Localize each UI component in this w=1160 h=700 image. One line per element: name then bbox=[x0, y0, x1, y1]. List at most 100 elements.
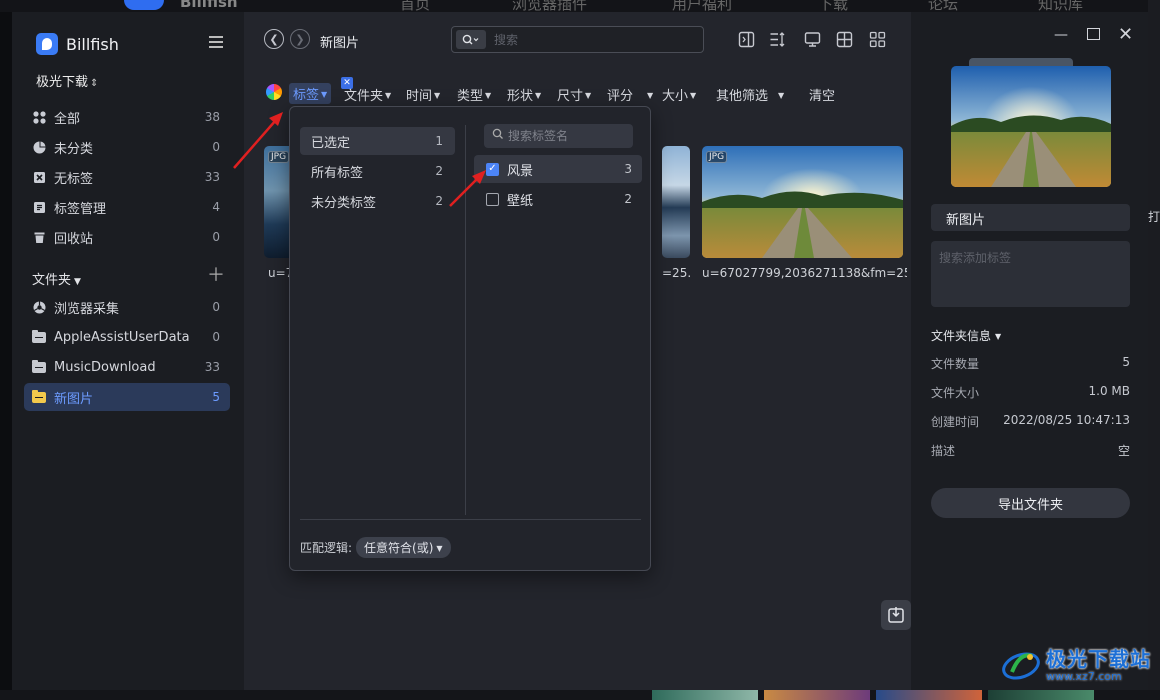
filter-time[interactable]: 时间 ▼ bbox=[406, 85, 440, 104]
grid-icon bbox=[32, 110, 46, 124]
grid-view-icon[interactable] bbox=[868, 30, 886, 48]
minimize-icon[interactable]: — bbox=[1054, 27, 1068, 43]
checkbox-checked-icon[interactable]: ✓ bbox=[486, 162, 499, 176]
display-mode-icon[interactable] bbox=[803, 30, 821, 48]
layout-icon[interactable] bbox=[835, 30, 853, 48]
app-brand: Billfish bbox=[36, 33, 119, 55]
folder-item-new-pictures[interactable]: 新图片 5 bbox=[24, 383, 230, 411]
back-button[interactable]: ❮ bbox=[264, 29, 284, 49]
background-website-header: Billfish 首页 浏览器插件 用户福利 下载 论坛 知识库 bbox=[0, 0, 1160, 12]
chevron-left-icon: ❮ bbox=[269, 32, 279, 46]
search-input[interactable] bbox=[494, 31, 694, 49]
search-icon[interactable] bbox=[456, 30, 486, 49]
tag-search-input[interactable] bbox=[508, 127, 626, 145]
toggle-panel-icon[interactable] bbox=[737, 30, 755, 48]
filter-size[interactable]: 尺寸 ▼ bbox=[557, 85, 591, 104]
tag-search-box[interactable] bbox=[484, 124, 633, 148]
forward-button[interactable]: ❯ bbox=[290, 29, 310, 49]
tag-input-box[interactable] bbox=[931, 241, 1130, 307]
dropdown-footer-divider bbox=[300, 519, 641, 520]
sidebar-item-untagged[interactable]: 无标签 33 bbox=[24, 163, 230, 191]
sidebar-item-uncategorized[interactable]: 未分类 0 bbox=[24, 133, 230, 161]
tag-scope-all[interactable]: 所有标签 2 bbox=[300, 157, 455, 185]
sidebar-item-label: 回收站 bbox=[54, 231, 94, 247]
sidebar-item-all[interactable]: 全部 38 bbox=[24, 103, 230, 131]
info-row-description[interactable]: 描述 空 bbox=[931, 442, 1130, 459]
image-thumbnail[interactable] bbox=[662, 146, 690, 258]
folder-icon bbox=[32, 359, 46, 374]
info-value: 2022/08/25 10:47:13 bbox=[1003, 413, 1130, 427]
search-box[interactable] bbox=[451, 26, 704, 53]
background-nav-item: 用户福利 bbox=[672, 0, 733, 12]
filter-folder[interactable]: 文件夹 ▼ bbox=[344, 85, 391, 104]
sidebar-item-label: 无标签 bbox=[54, 171, 94, 187]
export-folder-button[interactable]: 导出文件夹 bbox=[931, 488, 1130, 518]
sort-icon[interactable] bbox=[768, 30, 786, 48]
folder-icon bbox=[32, 329, 46, 344]
filter-other[interactable]: 其他筛选 ▼ bbox=[716, 85, 784, 104]
tag-scope-selected[interactable]: 已选定 1 bbox=[300, 127, 455, 155]
sidebar-item-tag-management[interactable]: 标签管理 4 bbox=[24, 193, 230, 221]
close-icon[interactable]: ✕ bbox=[1118, 24, 1133, 45]
add-tag-input[interactable] bbox=[931, 241, 1130, 307]
folder-item-musicdownload[interactable]: MusicDownload 33 bbox=[24, 353, 230, 381]
menu-icon[interactable] bbox=[209, 36, 223, 48]
match-logic-label: 匹配逻辑: bbox=[300, 541, 353, 555]
background-nav-item: 知识库 bbox=[1038, 0, 1084, 12]
sidebar-item-label: 全部 bbox=[54, 111, 81, 127]
folder-name-field[interactable]: 新图片 bbox=[931, 204, 1130, 231]
folder-item-browser-collect[interactable]: 浏览器采集 0 bbox=[24, 293, 230, 321]
app-name: Billfish bbox=[66, 34, 119, 54]
background-nav-item: 下载 bbox=[818, 0, 849, 12]
filter-label: 类型 bbox=[457, 89, 484, 104]
folder-item-count: 0 bbox=[212, 330, 220, 344]
filter-filesize[interactable]: 大小 ▼ bbox=[662, 85, 696, 104]
site-watermark: 极光下载站 www.xz7.com bbox=[1000, 646, 1151, 684]
file-type-badge: JPG bbox=[268, 151, 290, 163]
info-label: 创建时间 bbox=[931, 415, 980, 429]
folder-cover-preview bbox=[951, 66, 1111, 187]
tag-scope-uncategorized[interactable]: 未分类标签 2 bbox=[300, 187, 455, 215]
caret-down-icon: ▼ bbox=[436, 544, 443, 553]
caret-down-icon: ▼ bbox=[778, 91, 785, 100]
caret-down-icon: ▼ bbox=[647, 91, 654, 100]
filter-rating[interactable]: 评分 ▼ bbox=[607, 85, 653, 104]
filter-shape[interactable]: 形状 ▼ bbox=[507, 85, 541, 104]
info-label: 文件数量 bbox=[931, 357, 980, 371]
watermark-logo-icon bbox=[1000, 646, 1042, 684]
tag-option-wallpaper[interactable]: 壁纸 2 bbox=[474, 185, 642, 213]
sort-arrows-icon: ⇕ bbox=[90, 78, 99, 89]
background-right-strip bbox=[1148, 0, 1160, 700]
info-value: 空 bbox=[1117, 444, 1130, 458]
tag-option-scenery[interactable]: ✓ 风景 3 bbox=[474, 155, 642, 183]
sidebar-item-count: 4 bbox=[212, 200, 220, 214]
background-nav-item: 首页 bbox=[400, 0, 431, 12]
sidebar-item-count: 0 bbox=[212, 230, 220, 244]
info-label: 文件大小 bbox=[931, 386, 980, 400]
filter-tag[interactable]: 标签 ▼ bbox=[289, 83, 332, 104]
import-button[interactable] bbox=[881, 600, 911, 630]
clear-filters-button[interactable]: 清空 bbox=[809, 85, 835, 104]
background-edge-glyph: 打 bbox=[1148, 210, 1160, 224]
caret-down-icon: ▼ bbox=[321, 90, 328, 99]
image-thumbnail[interactable]: JPG bbox=[702, 146, 903, 258]
watermark-url: www.xz7.com bbox=[1046, 670, 1122, 683]
tag-option-label: 壁纸 bbox=[507, 193, 534, 209]
sidebar-item-label: 标签管理 bbox=[54, 201, 107, 217]
background-brand: Billfish bbox=[180, 0, 238, 11]
add-folder-icon[interactable]: ＋ bbox=[207, 267, 225, 285]
folder-item-appleassistuserdata[interactable]: AppleAssistUserData 0 bbox=[24, 323, 230, 351]
folder-info-title[interactable]: 文件夹信息 ▼ bbox=[931, 327, 1001, 344]
dropdown-divider bbox=[465, 125, 466, 515]
checkbox-unchecked-icon[interactable] bbox=[486, 192, 499, 206]
library-switcher[interactable]: 极光下载 ⇕ bbox=[36, 71, 98, 90]
color-filter-icon[interactable] bbox=[266, 84, 282, 100]
tag-scope-label: 已选定 bbox=[311, 135, 351, 151]
folders-section-title[interactable]: 文件夹 ▼ bbox=[32, 269, 81, 288]
match-logic-select[interactable]: 任意符合(或) ▼ bbox=[356, 537, 451, 558]
caret-down-icon: ▼ bbox=[74, 277, 81, 287]
chevron-right-icon: ❯ bbox=[295, 32, 305, 46]
filter-type[interactable]: 类型 ▼ bbox=[457, 85, 491, 104]
maximize-icon[interactable] bbox=[1087, 28, 1100, 40]
sidebar-item-trash[interactable]: 回收站 0 bbox=[24, 223, 230, 251]
